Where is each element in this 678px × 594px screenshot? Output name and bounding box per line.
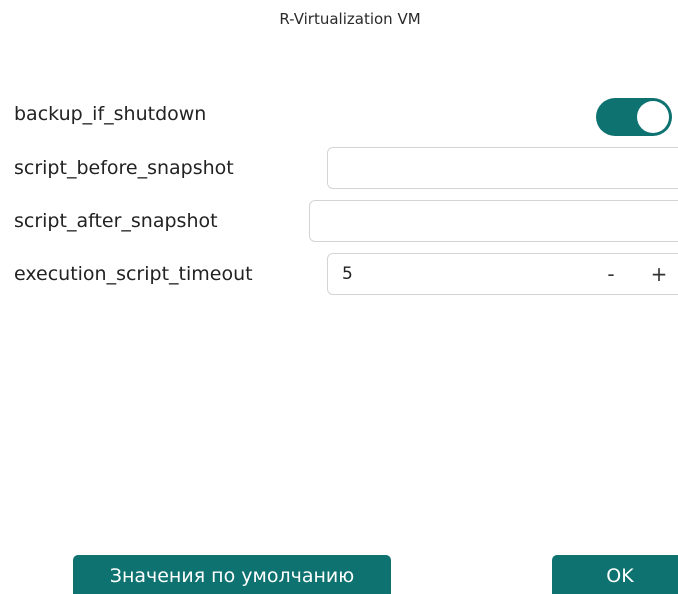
backup-if-shutdown-label: backup_if_shutdown — [14, 103, 207, 125]
decrement-button[interactable]: - — [598, 260, 624, 288]
toggle-knob — [637, 101, 669, 133]
execution-script-timeout-label: execution_script_timeout — [14, 263, 253, 285]
script-after-snapshot-label: script_after_snapshot — [14, 210, 218, 232]
settings-dialog: R-Virtualization VM backup_if_shutdown s… — [0, 0, 678, 594]
ok-button[interactable]: OK — [552, 555, 678, 594]
execution-script-timeout-value[interactable]: 5 — [342, 264, 353, 284]
restore-defaults-button[interactable]: Значения по умолчанию — [73, 555, 391, 594]
script-after-snapshot-input[interactable] — [309, 200, 678, 242]
execution-script-timeout-stepper: 5 - + — [327, 253, 678, 295]
dialog-title: R-Virtualization VM — [279, 10, 421, 28]
script-before-snapshot-input[interactable] — [327, 147, 678, 189]
backup-if-shutdown-toggle[interactable] — [596, 98, 672, 136]
increment-button[interactable]: + — [646, 260, 672, 288]
script-before-snapshot-label: script_before_snapshot — [14, 157, 234, 179]
